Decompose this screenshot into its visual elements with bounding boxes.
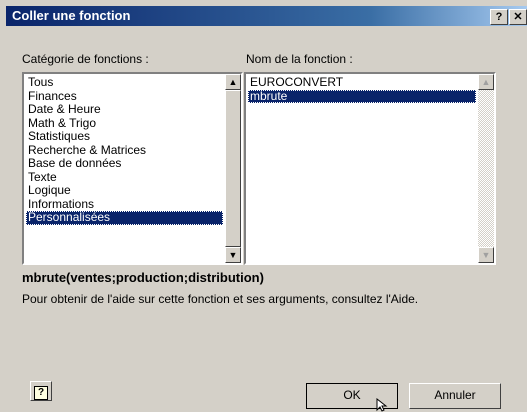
function-description: Pour obtenir de l'aide sur cette fonctio… bbox=[22, 292, 419, 306]
list-item[interactable]: Finances bbox=[26, 90, 223, 104]
list-item[interactable]: mbrute bbox=[248, 89, 476, 103]
list-item[interactable]: Statistiques bbox=[26, 130, 223, 144]
list-item[interactable]: Tous bbox=[26, 76, 223, 90]
list-item[interactable]: Recherche & Matrices bbox=[26, 144, 223, 158]
category-scrollbar[interactable]: ▲ ▼ bbox=[225, 74, 241, 263]
scroll-down-icon[interactable]: ▼ bbox=[225, 247, 241, 263]
list-item[interactable]: Personnalisées bbox=[26, 211, 223, 225]
list-item[interactable]: EUROCONVERT bbox=[248, 76, 476, 90]
list-item[interactable]: Math & Trigo bbox=[26, 117, 223, 131]
title-bar[interactable]: Coller une fonction ? ✕ bbox=[6, 6, 527, 26]
function-scrollbar[interactable]: ▲ ▼ bbox=[478, 74, 494, 263]
list-item[interactable]: Base de données bbox=[26, 157, 223, 171]
function-signature: mbrute(ventes;production;distribution) bbox=[22, 270, 264, 285]
title-help-button[interactable]: ? bbox=[490, 9, 508, 25]
scroll-down-icon[interactable]: ▼ bbox=[478, 247, 494, 263]
function-name-label: Nom de la fonction : bbox=[246, 52, 353, 66]
mouse-pointer-icon bbox=[376, 398, 388, 412]
category-items: Tous Finances Date & Heure Math & Trigo Stat… bbox=[26, 76, 223, 225]
function-listbox[interactable]: EUROCONVERT mbrute ▲ ▼ bbox=[244, 72, 496, 265]
help-button[interactable]: ? bbox=[30, 381, 52, 401]
dialog-title: Coller une fonction bbox=[12, 8, 131, 23]
scroll-thumb[interactable] bbox=[225, 90, 241, 247]
function-items: EUROCONVERT mbrute bbox=[248, 76, 476, 103]
scroll-up-icon[interactable]: ▲ bbox=[225, 74, 241, 90]
scroll-up-icon[interactable]: ▲ bbox=[478, 74, 494, 90]
paste-function-dialog: Coller une fonction ? ✕ Catégorie de fon… bbox=[0, 0, 527, 412]
list-item[interactable]: Date & Heure bbox=[26, 103, 223, 117]
cancel-button[interactable]: Annuler bbox=[409, 383, 501, 409]
help-icon: ? bbox=[34, 386, 48, 400]
category-listbox[interactable]: Tous Finances Date & Heure Math & Trigo Stat… bbox=[22, 72, 243, 265]
list-item[interactable]: Texte bbox=[26, 171, 223, 185]
close-button[interactable]: ✕ bbox=[509, 9, 527, 25]
list-item[interactable]: Informations bbox=[26, 198, 223, 212]
category-label: Catégorie de fonctions : bbox=[22, 52, 149, 66]
list-item[interactable]: Logique bbox=[26, 184, 223, 198]
